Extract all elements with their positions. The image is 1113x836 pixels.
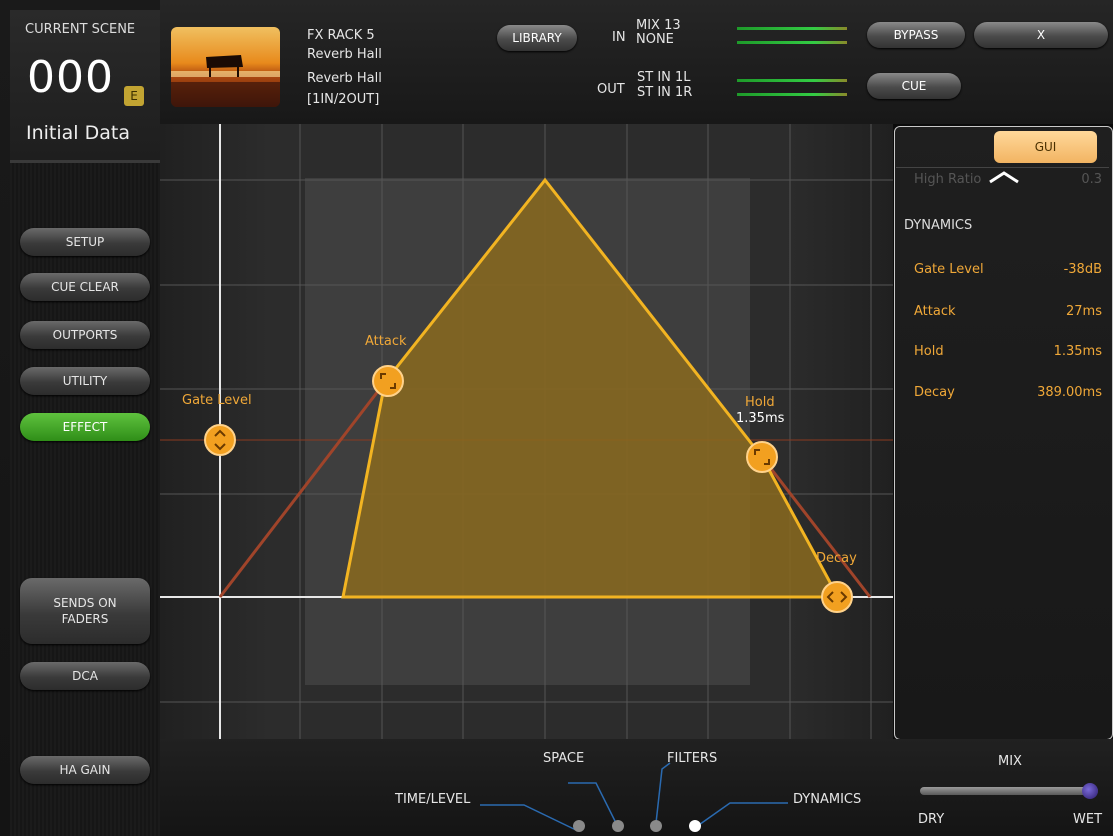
output-meter-1	[737, 79, 847, 82]
param-name-attack[interactable]: Attack	[914, 304, 956, 319]
scene-edit-badge: E	[124, 86, 144, 106]
param-name-gate-level[interactable]: Gate Level	[914, 262, 984, 277]
attack-label: Attack	[365, 334, 407, 349]
setup-button[interactable]: SETUP	[20, 228, 150, 256]
page-label-time-level[interactable]: TIME/LEVEL	[395, 792, 470, 807]
mix-slider-knob[interactable]	[1082, 783, 1098, 799]
scene-name: Initial Data	[26, 122, 130, 144]
bypass-button[interactable]: BYPASS	[867, 22, 965, 48]
sends-on-faders-label-line1: SENDS ON	[53, 596, 117, 610]
page-dot-space[interactable]	[612, 820, 624, 832]
current-scene-label: CURRENT SCENE	[25, 22, 136, 37]
output-dest-2: ST IN 1R	[637, 85, 693, 100]
gui-button[interactable]: GUI	[994, 131, 1097, 163]
dca-button[interactable]: DCA	[20, 662, 150, 690]
rack-effect-type: Reverb Hall	[307, 47, 382, 62]
sends-on-faders-label-line2: FADERS	[61, 612, 109, 626]
effect-thumbnail	[171, 27, 280, 107]
page-label-filters[interactable]: FILTERS	[667, 751, 717, 766]
hold-label: Hold	[745, 395, 775, 410]
page-dot-time-level[interactable]	[573, 820, 585, 832]
effect-button[interactable]: EFFECT	[20, 413, 150, 441]
input-source-2: NONE	[636, 32, 674, 47]
input-meter-1	[737, 27, 847, 30]
dry-label: DRY	[918, 812, 945, 827]
gate-level-label: Gate Level	[182, 393, 252, 408]
page-dot-filters[interactable]	[650, 820, 662, 832]
param-value-decay[interactable]: 389.00ms	[1037, 385, 1102, 400]
param-value-hold[interactable]: 1.35ms	[1054, 344, 1102, 359]
out-label: OUT	[597, 82, 625, 97]
decay-label: Decay	[816, 551, 857, 566]
panel-divider	[896, 167, 1109, 168]
previous-param-name: High Ratio	[914, 172, 982, 186]
page-label-dynamics[interactable]: DYNAMICS	[793, 792, 861, 807]
page-label-space[interactable]: SPACE	[543, 751, 584, 766]
in-label: IN	[612, 30, 626, 45]
param-value-gate-level[interactable]: -38dB	[1064, 262, 1102, 277]
decay-handle[interactable]	[821, 581, 853, 613]
output-dest-1: ST IN 1L	[637, 70, 691, 85]
section-title: DYNAMICS	[904, 218, 973, 233]
input-source-1: MIX 13	[636, 18, 681, 33]
close-button[interactable]: X	[974, 22, 1108, 48]
mix-slider-track[interactable]	[920, 787, 1098, 795]
scene-number: 000	[27, 52, 114, 103]
sends-on-faders-button[interactable]: SENDS ON FADERS	[20, 578, 150, 644]
dynamics-graph[interactable]	[160, 124, 893, 739]
cue-clear-button[interactable]: CUE CLEAR	[20, 273, 150, 301]
utility-button[interactable]: UTILITY	[20, 367, 150, 395]
page-dot-dynamics[interactable]	[689, 820, 701, 832]
param-name-hold[interactable]: Hold	[914, 344, 944, 359]
page-selector-connectors	[480, 762, 788, 832]
param-name-decay[interactable]: Decay	[914, 385, 955, 400]
rack-preset-name: Reverb Hall	[307, 71, 382, 86]
piano-silhouette-icon	[171, 55, 280, 107]
rack-title: FX RACK 5	[307, 28, 375, 43]
hold-handle[interactable]	[746, 441, 778, 473]
param-value-attack[interactable]: 27ms	[1066, 304, 1102, 319]
mix-label: MIX	[998, 754, 1022, 769]
dynamics-graph-canvas	[160, 124, 893, 739]
outports-button[interactable]: OUTPORTS	[20, 321, 150, 349]
left-panel-background	[10, 162, 160, 836]
previous-param-value: 0.3	[1081, 172, 1102, 186]
scroll-up-icon[interactable]	[986, 170, 1022, 186]
attack-handle[interactable]	[372, 365, 404, 397]
ha-gain-button[interactable]: HA GAIN	[20, 756, 150, 784]
wet-label: WET	[1073, 812, 1103, 827]
gate-level-handle[interactable]	[204, 424, 236, 456]
hold-value-label: 1.35ms	[736, 411, 785, 426]
output-meter-2	[737, 93, 847, 96]
cue-button[interactable]: CUE	[867, 73, 961, 99]
rack-config: [1IN/2OUT]	[307, 92, 380, 107]
input-meter-2	[737, 41, 847, 44]
library-button[interactable]: LIBRARY	[497, 25, 577, 51]
